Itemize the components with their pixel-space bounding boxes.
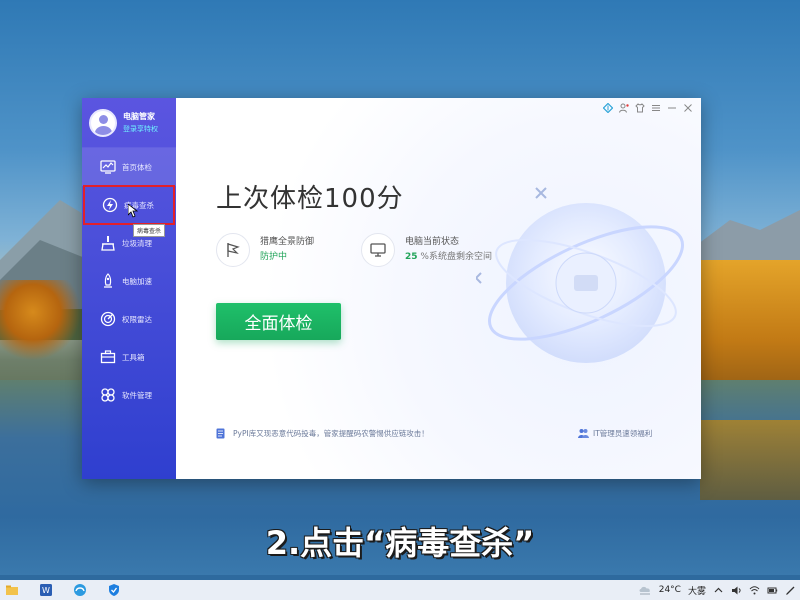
rocket-icon	[100, 273, 116, 289]
wifi-icon[interactable]	[749, 585, 760, 596]
sidebar-item-speed[interactable]: 电脑加速	[82, 262, 176, 300]
cloud-fog-icon[interactable]	[638, 585, 652, 596]
broom-icon	[100, 235, 116, 251]
users-icon	[578, 429, 589, 438]
weather-text[interactable]: 大雾	[688, 584, 706, 597]
news-ticker[interactable]: PyPI库又现恶意代码投毒，管家提醒码农警惕供应链攻击！	[216, 428, 429, 439]
sidebar-item-label: 电脑加速	[122, 276, 152, 286]
main-panel: 上次体检100分 猎鹰全景防御 防护中 电脑当前状态 25 %系统盘剩余空间 全…	[176, 98, 701, 479]
battery-icon[interactable]	[767, 585, 778, 596]
monitor-icon	[370, 243, 386, 257]
tooltip: 病毒查杀	[133, 224, 166, 237]
profile-name: 电脑管家	[123, 111, 155, 121]
file-explorer-icon[interactable]	[4, 582, 20, 598]
sidebar-item-label: 软件管理	[122, 390, 152, 400]
menu-icon[interactable]	[651, 103, 661, 113]
page-title: 上次体检100分	[216, 184, 404, 214]
protection-status[interactable]: 猎鹰全景防御 防护中	[216, 233, 314, 267]
system-tray: 24°C 大雾	[638, 580, 796, 600]
planet-illustration	[476, 187, 685, 363]
full-scan-button[interactable]: 全面体检	[216, 303, 341, 340]
pc-status-circle	[361, 233, 395, 267]
pc-manager-taskbar-icon[interactable]	[106, 582, 122, 598]
lake-reflection	[700, 420, 800, 500]
falcon-flag-icon	[227, 243, 240, 257]
monitor-icon	[100, 159, 116, 175]
sidebar-nav: 首页体检 病毒查杀 垃圾清理 电脑加速 权限雷达 工具箱 软件管理	[82, 148, 176, 414]
taskbar: W 24°C 大雾	[0, 580, 800, 600]
sidebar-item-label: 权限雷达	[122, 314, 152, 324]
bolt-shield-icon	[102, 197, 118, 213]
autumn-trees-left	[0, 280, 82, 360]
sidebar-item-home[interactable]: 首页体检	[82, 148, 176, 186]
document-icon	[216, 428, 225, 439]
radar-icon	[100, 311, 116, 327]
pen-icon[interactable]	[785, 585, 796, 596]
user-settings-icon[interactable]	[619, 103, 629, 113]
sidebar-item-label: 垃圾清理	[122, 238, 152, 248]
toolbox-icon	[100, 349, 116, 365]
sidebar-item-label: 工具箱	[122, 352, 145, 362]
word-icon[interactable]: W	[38, 582, 54, 598]
it-admin-text[interactable]: IT管理员速领福利	[593, 428, 652, 439]
sidebar-item-label: 首页体检	[122, 162, 152, 172]
disk-free-percent: 25	[405, 252, 418, 262]
sidebar-item-software[interactable]: 软件管理	[82, 376, 176, 414]
diamond-icon[interactable]	[603, 103, 613, 113]
sidebar-item-permission[interactable]: 权限雷达	[82, 300, 176, 338]
protection-title: 猎鹰全景防御	[260, 237, 315, 247]
volume-icon[interactable]	[731, 585, 742, 596]
browser-icon[interactable]	[72, 582, 88, 598]
protection-value: 防护中	[260, 252, 288, 262]
avatar[interactable]	[89, 108, 117, 137]
pc-status[interactable]: 电脑当前状态 25 %系统盘剩余空间	[361, 233, 492, 267]
svg-text:W: W	[42, 586, 50, 595]
it-admin-link[interactable]: IT管理员速领福利	[578, 428, 652, 439]
pc-manager-window: 电脑管家 登录享特权 首页体检 病毒查杀 垃圾清理 电脑加速 权限雷达 工具箱 …	[82, 98, 701, 479]
close-icon[interactable]	[683, 103, 693, 113]
protection-circle	[216, 233, 250, 267]
temperature[interactable]: 24°C	[659, 585, 681, 595]
tutorial-caption: 2.点击“病毒查杀”	[265, 524, 535, 562]
minimize-icon[interactable]	[667, 103, 677, 113]
mouse-cursor-icon	[128, 204, 138, 218]
chevron-up-icon[interactable]	[713, 585, 724, 596]
profile-area[interactable]: 电脑管家 登录享特权	[82, 98, 176, 148]
apps-icon	[100, 387, 116, 403]
window-controls	[603, 103, 693, 113]
news-text[interactable]: PyPI库又现恶意代码投毒，管家提醒码农警惕供应链攻击！	[233, 428, 429, 439]
sidebar-item-toolbox[interactable]: 工具箱	[82, 338, 176, 376]
login-link[interactable]: 登录享特权	[123, 123, 158, 136]
skin-tshirt-icon[interactable]	[635, 103, 645, 113]
sidebar: 电脑管家 登录享特权 首页体检 病毒查杀 垃圾清理 电脑加速 权限雷达 工具箱 …	[82, 98, 176, 479]
